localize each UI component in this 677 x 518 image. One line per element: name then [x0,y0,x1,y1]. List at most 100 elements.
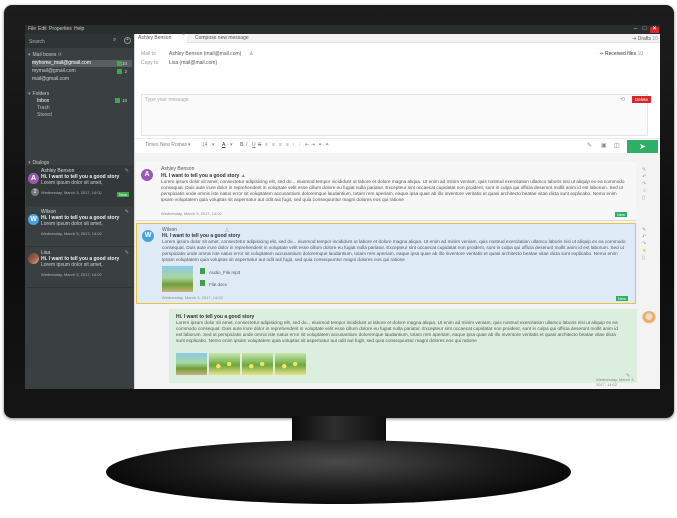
menu-properties[interactable]: Properties [49,26,72,32]
chevron-down-icon[interactable]: ▾ [212,142,215,148]
sender-name: Ashley Benson [161,166,195,172]
text-color-icon[interactable]: A [222,142,225,148]
message-feed: A Ashley Benson Hi. I want to tell you a… [134,153,660,389]
star-icon[interactable]: ☆ [642,188,646,195]
attachment-image[interactable] [209,353,240,375]
message-textarea[interactable]: Type your message ⟲ Delete [141,94,652,136]
edit-icon[interactable]: ✎ [626,373,630,379]
trash-icon[interactable]: ▯ [642,255,646,262]
align-center-icon[interactable]: ≡ [272,142,275,148]
menu-file[interactable]: File [28,26,36,32]
received-files[interactable]: ▪▪ Received files 10 [600,51,643,57]
emoji-icon[interactable]: ◫ [614,142,620,149]
edit-icon[interactable]: ✎ [125,250,129,256]
attachment-image[interactable] [275,353,306,375]
message-date: Wednesday, March 3, 2017, 14:02 [596,377,635,387]
bold-icon[interactable]: B [240,142,244,148]
minimize-button[interactable]: – [631,26,640,33]
attachment-image[interactable] [176,353,207,375]
tab-label: Ashley Benson [138,35,172,41]
unread-badge: 2 [31,188,39,196]
search-input[interactable] [27,37,110,46]
link-icon[interactable]: ⚭ [318,142,322,148]
folder-trash[interactable]: Trash [37,105,132,111]
edit-icon[interactable]: ✎ [642,167,646,174]
star-icon[interactable]: ★ [642,248,646,255]
bullet-list-icon[interactable]: ⁝ [293,142,295,148]
folder-inbox[interactable]: Inbox 10 [37,98,132,104]
add-contact-icon[interactable]: ♙ [249,51,253,57]
doc-file-icon [200,280,205,286]
menu-edit[interactable]: Edit [38,26,47,32]
align-justify-icon[interactable]: ≡ [286,142,289,148]
message-item-selected[interactable]: W Wilson △ Hi. I want to tell you a good… [136,223,636,304]
dialog-item[interactable]: W Wilson ✎ Hi. I want to tell you a good… [26,206,133,247]
chevron-down-icon[interactable]: ▾ [230,142,233,148]
font-family-select[interactable]: Times New Roman [145,142,187,148]
edit-icon[interactable]: ✎ [642,227,646,234]
search-icon[interactable]: ⌕ [113,37,116,44]
trash-icon[interactable]: ▯ [642,195,646,202]
edit-icon[interactable]: ✎ [125,168,129,174]
copy-label: Copy to [141,60,159,66]
green-dot-icon: ▪ [601,51,604,57]
delete-button[interactable]: Delete [632,96,652,103]
message-item-outgoing[interactable]: Hi. I want to tell you a good story Lore… [169,309,637,387]
new-badge: New [615,212,628,217]
drafts-link[interactable]: ⇥ Drafts 10 [632,36,658,42]
send-button[interactable]: ➤ [627,140,658,153]
mailto-field[interactable]: Ashley Benson (mail@mail.com) [169,51,241,57]
strikethrough-icon[interactable]: S [258,142,261,148]
refresh-icon[interactable]: ⟲ [620,96,625,103]
attachment-image[interactable] [162,266,193,292]
edit-icon[interactable]: ✎ [125,209,129,215]
forward-icon[interactable]: ↷ [642,241,646,248]
tab-label: Compose new message [195,35,249,41]
attach-icon[interactable]: ✎ [587,142,592,149]
numbered-list-icon[interactable]: ⁝ [299,142,301,148]
dialog-item[interactable]: A 2 Ashley Benson ✎ Hi. I want to tell y… [26,165,133,206]
user-avatar-photo [642,311,656,325]
outdent-icon[interactable]: ⇤ [305,142,309,148]
mailbox-item[interactable]: myhome_mail@gmail.com 10 [32,60,132,67]
forward-icon[interactable]: ↷ [642,181,646,188]
unlink-icon[interactable]: ⚭ [325,142,329,148]
menu-help[interactable]: Help [74,26,84,32]
tab-ashley-benson[interactable]: Ashley Benson × [135,31,187,43]
attachment-audio[interactable]: Audio_File.mp3 [209,270,240,275]
tab-compose-new[interactable]: Compose new message [192,34,262,43]
dialog-preview: Lorem ipsum dolor sit amet, [41,221,103,227]
image-icon[interactable]: ▣ [601,142,607,149]
close-button[interactable]: ✕ [650,26,659,33]
refresh-icon[interactable]: ⟳ [58,52,62,58]
mailbox-item[interactable]: mymail@gmail.com 2 [32,68,132,75]
folders-header[interactable]: ▾ Folders [28,91,49,97]
close-tab-icon[interactable]: × [182,31,185,40]
dialog-item[interactable]: Lisa ✎ Hi. I want to tell you a good sto… [26,247,133,288]
indent-icon[interactable]: ⇥ [311,142,315,148]
message-date: Wednesday, March 3, 2017, 14:02 [161,211,222,216]
dialog-date: Wednesday, March 3, 2017, 14:02 [41,190,102,195]
app-window: File Edit Properties Help – □ ✕ ⌕ + ▾Mai… [25,25,660,389]
attachment-doc[interactable]: File.docx [209,282,227,287]
compose-icon[interactable]: + [124,37,131,44]
mailbox-item[interactable]: mail@gmail.com [32,76,132,83]
message-item[interactable]: A Ashley Benson Hi. I want to tell you a… [136,162,636,221]
underline-icon[interactable]: U [252,142,256,148]
chevron-down-icon[interactable]: ▾ [188,142,191,148]
align-left-icon[interactable]: ≡ [265,142,268,148]
folder-stored[interactable]: Stored [37,112,132,118]
mailbox-status-icon [117,69,122,74]
align-right-icon[interactable]: ≡ [279,142,282,148]
font-size-select[interactable]: 14 [202,142,208,148]
new-badge: New [616,296,629,301]
maximize-button[interactable]: □ [640,26,649,33]
copy-field[interactable]: Lisa (mail@mail.com) [169,60,217,66]
avatar: A [28,173,39,184]
reply-icon[interactable]: ↶ [642,174,646,181]
italic-icon[interactable]: I [246,142,247,148]
mailboxes-header[interactable]: ▾ Mail boxes ⟳ [28,52,62,58]
attachment-image[interactable] [242,353,273,375]
folder-label: Inbox [37,98,50,104]
reply-icon[interactable]: ↶ [642,234,646,241]
